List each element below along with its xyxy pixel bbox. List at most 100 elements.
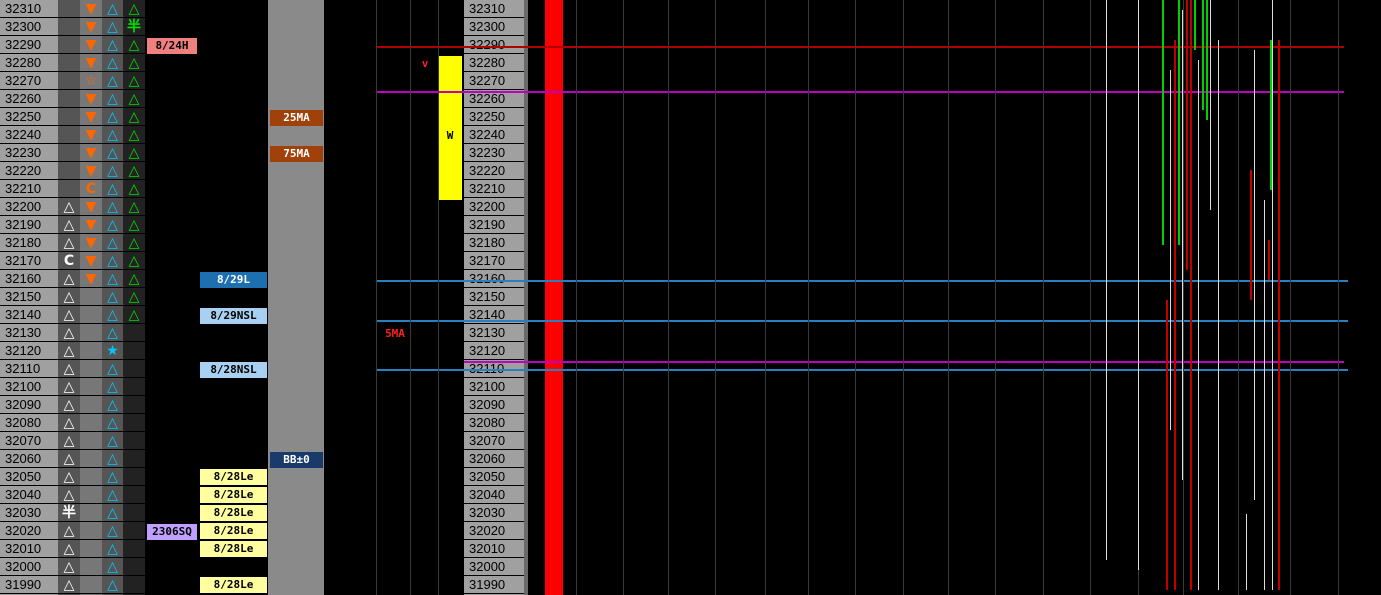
blue-level-line-3	[376, 369, 1348, 371]
signal-d-cell	[123, 342, 145, 360]
tag-8-24h: 8/24H	[147, 38, 197, 54]
signal-d-cell: △	[123, 54, 145, 72]
price-label: 32060	[0, 450, 58, 468]
red-band	[545, 0, 563, 595]
price-label: 32270	[464, 72, 524, 90]
signal-b-cell	[80, 522, 102, 540]
signal-b-cell: ▼	[80, 36, 102, 54]
signal-c-cell: △	[102, 522, 123, 540]
signal-c-cell: △	[102, 234, 123, 252]
label-w: W	[446, 129, 454, 142]
tag-8-28le: 8/28Le	[200, 577, 267, 593]
price-wick	[1246, 514, 1247, 590]
signal-a-cell	[58, 126, 80, 144]
tag-8-28le: 8/28Le	[200, 541, 267, 557]
blue-level-line-2	[376, 320, 1348, 322]
signal-a-cell	[58, 0, 80, 18]
signal-a-cell	[58, 72, 80, 90]
signal-d-cell: △	[123, 216, 145, 234]
signal-d-cell: 半	[123, 18, 145, 36]
signal-a-cell: △	[58, 396, 80, 414]
signal-d-cell	[123, 486, 145, 504]
signal-c-cell: △	[102, 558, 123, 576]
signal-d-cell	[123, 432, 145, 450]
signal-d-cell: △	[123, 162, 145, 180]
signal-b-cell	[80, 432, 102, 450]
tag-75ma: 75MA	[270, 146, 323, 162]
grid-line	[1290, 0, 1291, 595]
price-label: 32280	[464, 54, 524, 72]
signal-c-cell: △	[102, 378, 123, 396]
signal-a-cell: C	[58, 252, 80, 270]
signal-b-cell	[80, 450, 102, 468]
signal-a-cell: △	[58, 234, 80, 252]
signal-a-cell	[58, 18, 80, 36]
signal-d-cell	[123, 378, 145, 396]
price-label: 32030	[464, 504, 524, 522]
signal-d-cell	[123, 360, 145, 378]
ma-column	[268, 0, 324, 595]
signal-c-cell: △	[102, 306, 123, 324]
price-label: 32100	[0, 378, 58, 396]
grid-line	[1043, 0, 1044, 595]
signal-c-cell: △	[102, 252, 123, 270]
signal-d-cell: △	[123, 108, 145, 126]
price-label: 32310	[464, 0, 524, 18]
signal-c-cell: △	[102, 360, 123, 378]
signal-b-cell	[80, 486, 102, 504]
signal-a-cell	[58, 144, 80, 162]
signal-b-cell	[80, 468, 102, 486]
signal-c-cell: △	[102, 0, 123, 18]
signal-d-cell	[123, 522, 145, 540]
tag-2306sq: 2306SQ	[147, 524, 197, 540]
price-wick	[1264, 200, 1265, 590]
signal-d-cell: △	[123, 288, 145, 306]
price-label: 31990	[0, 576, 58, 594]
price-label: 32000	[0, 558, 58, 576]
signal-d-cell: △	[123, 306, 145, 324]
signal-b-cell: ☆	[80, 72, 102, 90]
price-label: 32280	[0, 54, 58, 72]
label-v: v	[421, 57, 429, 70]
price-wick	[1186, 0, 1188, 270]
signal-d-cell	[123, 450, 145, 468]
signal-c-cell: △	[102, 72, 123, 90]
price-label: 32020	[464, 522, 524, 540]
signal-c-cell: △	[102, 288, 123, 306]
price-wick	[1178, 0, 1180, 245]
signal-a-cell: △	[58, 432, 80, 450]
price-wick	[1278, 40, 1280, 590]
signal-b-cell: ▼	[80, 90, 102, 108]
signal-d-cell: △	[123, 198, 145, 216]
signal-a-cell: 半	[58, 504, 80, 522]
signal-b-cell: ▼	[80, 252, 102, 270]
signal-column-c: △ △ △ △ △ △ △ △ △ △ △ △ △ △ △ △ △ △ △ ★ △ △ △ △ △ △ △ △ △ △ △ △ △	[102, 0, 123, 595]
signal-b-cell	[80, 288, 102, 306]
price-label: 32100	[464, 378, 524, 396]
price-label: 32010	[0, 540, 58, 558]
signal-c-cell: △	[102, 324, 123, 342]
signal-a-cell: △	[58, 450, 80, 468]
price-label: 32190	[0, 216, 58, 234]
signal-c-cell: △	[102, 180, 123, 198]
price-label: 32310	[0, 0, 58, 18]
signal-c-cell: △	[102, 36, 123, 54]
signal-b-cell	[80, 324, 102, 342]
price-label: 32220	[464, 162, 524, 180]
grid-line	[1090, 0, 1091, 595]
signal-a-cell: △	[58, 198, 80, 216]
signal-d-cell	[123, 540, 145, 558]
signal-a-cell: △	[58, 558, 80, 576]
price-label: 32050	[464, 468, 524, 486]
signal-b-cell: ▼	[80, 126, 102, 144]
price-label: 32040	[464, 486, 524, 504]
signal-a-cell	[58, 36, 80, 54]
signal-c-cell: △	[102, 432, 123, 450]
signal-d-cell: △	[123, 252, 145, 270]
signal-a-cell: △	[58, 360, 80, 378]
price-label: 32190	[464, 216, 524, 234]
grid-line	[1238, 0, 1239, 595]
price-label: 32090	[464, 396, 524, 414]
signal-c-cell: △	[102, 144, 123, 162]
signal-d-cell	[123, 396, 145, 414]
